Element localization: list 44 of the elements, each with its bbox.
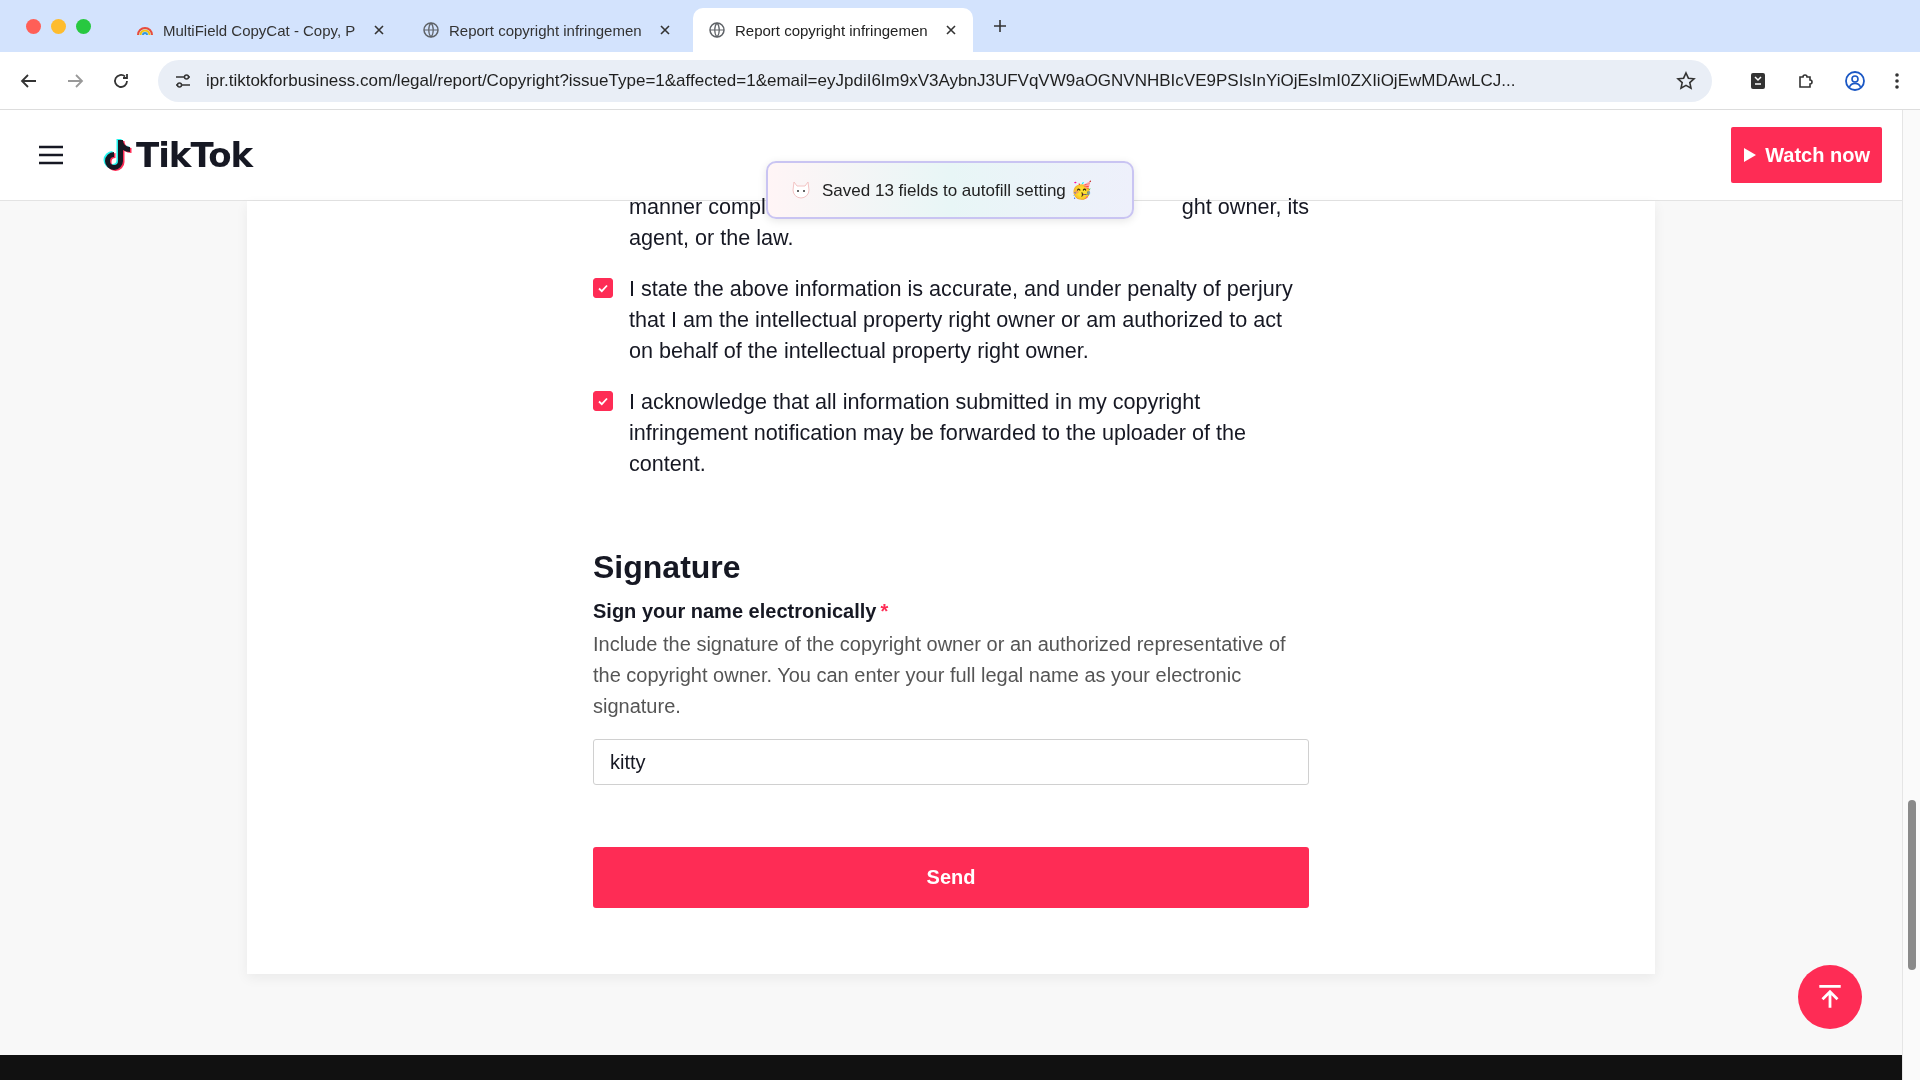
browser-tab[interactable]: Report copyright infringemen — [407, 8, 687, 52]
logo-text: TikTok — [136, 135, 253, 175]
close-icon[interactable] — [945, 24, 957, 36]
checkbox[interactable] — [593, 278, 613, 298]
star-icon[interactable] — [1676, 70, 1696, 91]
statement-text: I acknowledge that all information submitted in my copyright infringement notification may be forwarded to the uploader of the content. — [629, 388, 1247, 478]
plus-icon[interactable] — [993, 19, 1007, 33]
profile-icon[interactable] — [1844, 69, 1866, 92]
music-note-icon — [102, 138, 132, 172]
back-icon[interactable] — [20, 71, 38, 90]
signature-field[interactable]: kitty — [593, 739, 1309, 785]
watch-now-button[interactable]: Watch now — [1731, 127, 1882, 183]
extension-icon[interactable] — [1748, 70, 1768, 91]
toast-message: Saved 13 fields to autofill setting 🥳 — [822, 179, 1092, 201]
browser-tab[interactable]: Report copyright infringemen — [693, 8, 973, 52]
paragraph-text: agent, or the law. — [629, 224, 794, 252]
more-icon[interactable] — [1894, 70, 1900, 91]
address-bar[interactable]: ipr.tiktokforbusiness.com/legal/report/Copyright?issueType=1&affected=1&email=eyJpdiI6Im9xV3AybnJ3UFVqVW9aOGNVNHBIcVE9PSIsInYiOjEsImI0ZXIiOjEwMDAwLCJ... — [158, 59, 1712, 102]
globe-icon — [423, 22, 439, 38]
browser-tab[interactable]: MultiField CopyCat - Copy, P — [121, 8, 401, 52]
close-icon[interactable] — [373, 24, 385, 36]
tab-title: MultiField CopyCat - Copy, P — [163, 21, 357, 39]
checkmark-icon — [597, 282, 609, 294]
field-description: Include the signature of the copyright owner or an authorized representative of the copyright owner. You can enter your full legal name as your electronic signature. — [593, 632, 1287, 719]
checkbox[interactable] — [593, 391, 613, 411]
site-settings-icon[interactable] — [174, 71, 192, 90]
reload-icon[interactable] — [112, 71, 130, 90]
required-mark: * — [880, 600, 889, 623]
field-label: Sign your name electronically — [593, 600, 877, 623]
tab-title: Report copyright infringemen — [735, 21, 929, 39]
tab-title: Report copyright infringemen — [449, 21, 643, 39]
paragraph-text: ght owner, its — [1181, 193, 1309, 221]
globe-icon — [709, 22, 725, 38]
send-button[interactable]: Send — [593, 847, 1309, 908]
paragraph-text: manner compl — [629, 193, 766, 221]
forward-icon[interactable] — [66, 71, 84, 90]
url-text: ipr.tiktokforbusiness.com/legal/report/Copyright?issueType=1&affected=1&email=eyJpdiI6Im9xV3AybnJ3UFVqVW9aOGNVNHBIcVE9PSIsInYiOjEsImI0ZXIiOjEwMDAwLCJ... — [206, 70, 1517, 91]
section-heading: Signature — [593, 548, 742, 587]
menu-icon[interactable] — [38, 145, 64, 165]
checkmark-icon — [597, 395, 609, 407]
play-icon — [1743, 147, 1758, 163]
close-icon[interactable] — [659, 24, 671, 36]
scrollbar-thumb[interactable] — [1907, 800, 1916, 970]
statement-text: I state the above information is accurate, and under penalty of perjury that I am the intellectual property right owner or am authorized to act on behalf of the intellectual property right owner. — [629, 275, 1294, 365]
